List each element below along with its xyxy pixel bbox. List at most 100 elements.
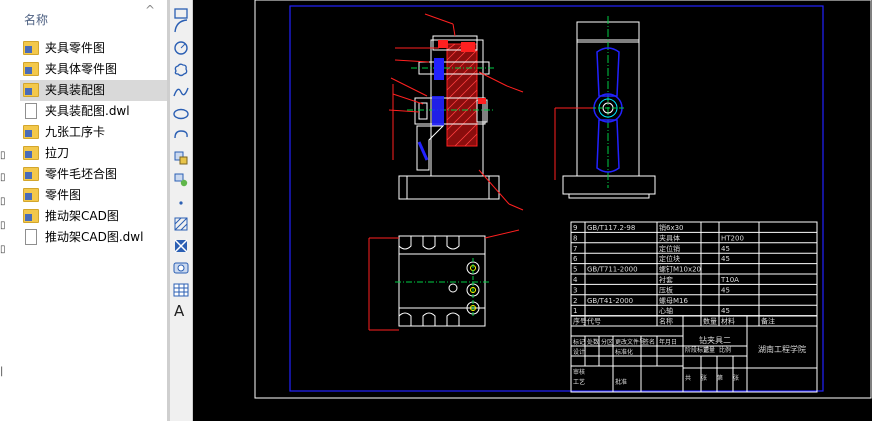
arc-icon[interactable]	[172, 17, 190, 35]
gradient-icon[interactable]	[172, 237, 190, 255]
bom-cell: 心轴	[659, 306, 673, 315]
title-block-label: 标准化	[615, 348, 633, 356]
folder-item[interactable]: 夹具体零件图	[20, 59, 167, 80]
table-icon[interactable]	[172, 281, 190, 299]
folder-icon	[23, 125, 39, 139]
insert-block-icon[interactable]	[172, 149, 190, 167]
document-icon	[25, 229, 37, 245]
bom-cell: 3	[573, 286, 577, 294]
title-block-label: 张	[733, 374, 739, 382]
side-view	[554, 16, 656, 199]
bom-header-cell: 序号	[573, 317, 587, 326]
revision-cloud-icon[interactable]	[172, 61, 190, 79]
region-icon[interactable]	[172, 259, 190, 277]
folder-icon	[23, 83, 39, 97]
file-name: 拉刀	[45, 146, 70, 160]
title-block-label: 签名	[643, 338, 655, 346]
file-name: 夹具体零件图	[45, 62, 118, 76]
title-block-label: 标记	[573, 338, 585, 346]
title-block: 钻夹具二 湖南工程学院 标记 处数 分区 更改文件号签名 年月日设计 标准化 阶段标记重量比…	[570, 315, 818, 393]
file-name: 零件毛坯合图	[45, 167, 118, 181]
point-icon[interactable]	[172, 193, 190, 211]
file-item[interactable]: 夹具装配图.dwl	[20, 101, 167, 122]
title-block-label: 第	[717, 374, 723, 382]
spline-icon[interactable]	[172, 83, 190, 101]
drawing-sheet: 9 GB/T117.2-98 销6x30 8 夹具体 HT200 7 定位销 45 6 定位块 45 5…	[254, 0, 872, 399]
bom-cell: 衬套	[659, 275, 673, 284]
bom-cell: 5	[573, 266, 577, 274]
bom-cell: 2	[573, 297, 577, 305]
cad-drawing-canvas[interactable]: 9 GB/T117.2-98 销6x30 8 夹具体 HT200 7 定位销 45 6 定位块 45 5…	[193, 0, 872, 421]
bom-cell: GB/T711-2000	[587, 266, 638, 274]
bom-cell: 销6x30	[659, 223, 684, 232]
bom-cell: 螺母M16	[659, 296, 688, 305]
folder-item[interactable]: 推动架CAD图	[20, 206, 167, 227]
bom-cell: 压板	[659, 285, 673, 294]
bom-cell: GB/T41-2000	[587, 297, 633, 305]
make-block-icon[interactable]	[172, 171, 190, 189]
title-block-label: 重量	[703, 346, 715, 354]
ellipse-icon[interactable]	[172, 105, 190, 123]
folder-icon	[23, 62, 39, 76]
bom-cell: 4	[573, 276, 578, 284]
folder-item[interactable]: 九张工序卡	[20, 122, 167, 143]
hatch-icon[interactable]	[172, 215, 190, 233]
bom-cell: T10A	[720, 276, 739, 284]
title-block-label: 工艺	[573, 378, 585, 386]
bom-cell: 夹具体	[659, 233, 680, 242]
bom-header-cell: 备注	[761, 317, 775, 326]
file-name: 零件图	[45, 188, 82, 202]
bom-header-cell: 代号	[587, 317, 601, 326]
bill-of-materials: 9 GB/T117.2-98 销6x30 8 夹具体 HT200 7 定位销 45 6 定位块 45 5…	[570, 221, 818, 327]
file-name: 推动架CAD图	[45, 209, 119, 223]
bom-header-cell: 名称	[659, 317, 673, 326]
folder-item[interactable]: 夹具零件图	[20, 38, 167, 59]
bom-cell: 1	[573, 307, 577, 315]
folder-item[interactable]: 零件图	[20, 185, 167, 206]
nav-edge-icon[interactable]: ▯	[0, 220, 8, 232]
title-block-label: 共	[685, 374, 691, 382]
bom-header-cell: 数量	[703, 317, 717, 326]
title-block-label: 分区	[601, 338, 613, 346]
nav-edge-icon[interactable]: ▯	[0, 150, 8, 162]
folder-item[interactable]: 拉刀	[20, 143, 167, 164]
title-block-label: 比例	[719, 346, 731, 354]
nav-edge-icon[interactable]: ▯	[0, 196, 8, 208]
title-block-label: 设计	[573, 348, 585, 356]
nav-edge-icon[interactable]: ▯	[0, 244, 8, 256]
circle-icon[interactable]	[172, 39, 190, 57]
folder-item[interactable]: 零件毛坯合图	[20, 164, 167, 185]
folder-icon	[23, 209, 39, 223]
folder-icon	[23, 188, 39, 202]
title-block-label: 张	[701, 374, 707, 382]
drawing-name: 钻夹具二	[699, 335, 731, 345]
bom-cell: 45	[721, 255, 730, 263]
file-name: 夹具零件图	[45, 41, 106, 55]
ellipse-arc-icon[interactable]	[172, 127, 190, 145]
column-header-name[interactable]: 名称	[24, 11, 48, 28]
title-block-label: 审核	[573, 368, 585, 376]
file-name: 九张工序卡	[45, 125, 106, 139]
nav-edge-icon[interactable]: ▯	[0, 172, 8, 184]
file-name: 夹具装配图.dwl	[45, 104, 130, 118]
bom-cell: 8	[573, 234, 577, 242]
bom-cell: GB/T117.2-98	[587, 224, 635, 232]
file-name: 夹具装配图	[45, 83, 106, 97]
bom-cell: 定位块	[659, 254, 680, 263]
folder-item[interactable]: 夹具装配图	[20, 80, 167, 101]
top-view	[368, 229, 520, 331]
title-block-label: 批准	[615, 378, 627, 386]
nav-edge-icon[interactable]: |	[0, 366, 8, 378]
file-item[interactable]: 推动架CAD图.dwl	[20, 227, 167, 248]
sheet-frame-inner	[289, 5, 824, 392]
draw-toolbar: A	[170, 0, 193, 421]
bom-cell: 9	[573, 224, 577, 232]
bom-cell: 6	[573, 255, 578, 263]
title-block-labels: 标记 处数 分区 更改文件号签名 年月日设计 标准化 阶段标记重量 比例审核工艺 批准共张第张	[573, 338, 739, 386]
collapse-chevron-icon[interactable]: ^	[143, 3, 157, 17]
text-tool-icon[interactable]: A	[174, 302, 184, 320]
front-view	[388, 13, 524, 211]
bom-cell: 45	[721, 245, 730, 253]
bom-cell: 45	[721, 307, 730, 315]
title-block-label: 处数	[587, 338, 599, 346]
